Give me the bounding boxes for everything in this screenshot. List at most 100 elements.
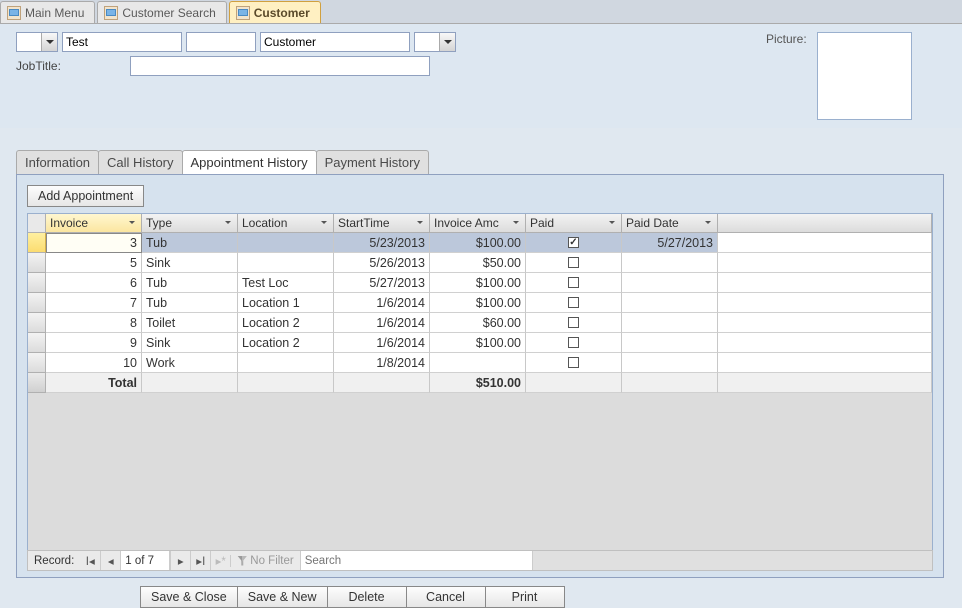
picture-box[interactable] (817, 32, 912, 120)
cell-invoice[interactable]: 3 (46, 233, 142, 253)
first-name-input[interactable] (62, 32, 182, 52)
table-row[interactable]: 5Sink 5/26/2013$50.00 (28, 253, 932, 273)
cell-invoice[interactable]: 5 (46, 253, 142, 273)
cell-paid[interactable] (526, 313, 622, 333)
cell-paid-date[interactable]: 5/27/2013 (622, 233, 718, 253)
cell-paid[interactable] (526, 233, 622, 253)
table-row[interactable]: 9SinkLocation 21/6/2014$100.00 (28, 333, 932, 353)
cell-paid[interactable] (526, 253, 622, 273)
paid-checkbox[interactable] (568, 317, 579, 328)
col-starttime[interactable]: StartTime (334, 214, 430, 233)
cell-location[interactable] (238, 253, 334, 273)
save-close-button[interactable]: Save & Close (140, 586, 238, 608)
cell-invoice[interactable]: 6 (46, 273, 142, 293)
title-combo[interactable] (16, 32, 58, 52)
col-location[interactable]: Location (238, 214, 334, 233)
cell-paid-date[interactable] (622, 293, 718, 313)
nav-last-button[interactable]: ▸I (190, 551, 210, 570)
nav-next-button[interactable]: ▸ (170, 551, 190, 570)
row-header[interactable] (28, 233, 46, 253)
tab-main-menu[interactable]: Main Menu (0, 1, 95, 23)
cell-starttime[interactable]: 1/6/2014 (334, 313, 430, 333)
middle-name-input[interactable] (186, 32, 256, 52)
record-search-input[interactable] (301, 555, 532, 567)
cell-amount[interactable]: $60.00 (430, 313, 526, 333)
row-header[interactable] (28, 293, 46, 313)
paid-checkbox[interactable] (568, 277, 579, 288)
cell-starttime[interactable]: 5/26/2013 (334, 253, 430, 273)
cell-type[interactable]: Tub (142, 293, 238, 313)
cell-paid-date[interactable] (622, 333, 718, 353)
cell-amount[interactable]: $100.00 (430, 233, 526, 253)
cell-invoice[interactable]: 9 (46, 333, 142, 353)
record-position[interactable]: 1 of 7 (120, 551, 170, 570)
horizontal-scrollbar[interactable] (532, 551, 932, 570)
row-header[interactable] (28, 333, 46, 353)
cell-location[interactable]: Location 2 (238, 333, 334, 353)
cell-starttime[interactable]: 1/6/2014 (334, 333, 430, 353)
cell-type[interactable]: Work (142, 353, 238, 373)
last-name-input[interactable] (260, 32, 410, 52)
table-row[interactable]: 8ToiletLocation 21/6/2014$60.00 (28, 313, 932, 333)
cell-amount[interactable]: $100.00 (430, 293, 526, 313)
cell-type[interactable]: Tub (142, 273, 238, 293)
subtab-payment-history[interactable]: Payment History (316, 150, 429, 174)
table-row[interactable]: 3Tub 5/23/2013$100.00 5/27/2013 (28, 233, 932, 253)
grid-body[interactable]: 3Tub5/23/2013$100.005/27/20135Sink5/26/2… (28, 233, 932, 558)
cell-location[interactable]: Test Loc (238, 273, 334, 293)
table-row[interactable]: 7TubLocation 11/6/2014$100.00 (28, 293, 932, 313)
save-new-button[interactable]: Save & New (237, 586, 328, 608)
paid-checkbox[interactable] (568, 297, 579, 308)
tab-customer[interactable]: Customer (229, 1, 321, 23)
paid-checkbox[interactable] (568, 337, 579, 348)
col-paid[interactable]: Paid (526, 214, 622, 233)
cell-starttime[interactable]: 5/27/2013 (334, 273, 430, 293)
tab-customer-search[interactable]: Customer Search (97, 1, 226, 23)
cell-invoice[interactable]: 7 (46, 293, 142, 313)
table-row[interactable]: 6TubTest Loc5/27/2013$100.00 (28, 273, 932, 293)
cell-amount[interactable]: $50.00 (430, 253, 526, 273)
cell-paid[interactable] (526, 353, 622, 373)
cell-type[interactable]: Sink (142, 333, 238, 353)
paid-checkbox[interactable] (568, 237, 579, 248)
table-row[interactable]: 10Work1/8/2014 (28, 353, 932, 373)
cell-type[interactable]: Tub (142, 233, 238, 253)
nav-prev-button[interactable]: ◂ (100, 551, 120, 570)
add-appointment-button[interactable]: Add Appointment (27, 185, 144, 207)
suffix-combo[interactable] (414, 32, 456, 52)
row-header[interactable] (28, 253, 46, 273)
cell-location[interactable]: Location 1 (238, 293, 334, 313)
cell-type[interactable]: Toilet (142, 313, 238, 333)
cell-paid-date[interactable] (622, 313, 718, 333)
cell-invoice[interactable]: 8 (46, 313, 142, 333)
subtab-call-history[interactable]: Call History (98, 150, 182, 174)
jobtitle-input[interactable] (130, 56, 430, 76)
cell-paid[interactable] (526, 273, 622, 293)
cell-location[interactable]: Location 2 (238, 313, 334, 333)
cell-location[interactable] (238, 353, 334, 373)
cell-type[interactable]: Sink (142, 253, 238, 273)
cell-amount[interactable] (430, 353, 526, 373)
cell-location[interactable] (238, 233, 334, 253)
cell-paid-date[interactable] (622, 253, 718, 273)
cell-paid[interactable] (526, 293, 622, 313)
subtab-appointment-history[interactable]: Appointment History (182, 150, 317, 174)
cell-amount[interactable]: $100.00 (430, 333, 526, 353)
cell-invoice[interactable]: 10 (46, 353, 142, 373)
col-paid-date[interactable]: Paid Date (622, 214, 718, 233)
row-header[interactable] (28, 353, 46, 373)
row-header[interactable] (28, 313, 46, 333)
cancel-button[interactable]: Cancel (406, 586, 486, 608)
cell-amount[interactable]: $100.00 (430, 273, 526, 293)
delete-button[interactable]: Delete (327, 586, 407, 608)
paid-checkbox[interactable] (568, 257, 579, 268)
cell-starttime[interactable]: 5/23/2013 (334, 233, 430, 253)
nav-first-button[interactable]: I◂ (80, 551, 100, 570)
paid-checkbox[interactable] (568, 357, 579, 368)
row-header[interactable] (28, 273, 46, 293)
nav-new-button[interactable]: ▸* (210, 551, 230, 570)
subtab-information[interactable]: Information (16, 150, 99, 174)
col-invoice[interactable]: Invoice (46, 214, 142, 233)
col-type[interactable]: Type (142, 214, 238, 233)
filter-indicator[interactable]: No Filter (230, 555, 299, 567)
